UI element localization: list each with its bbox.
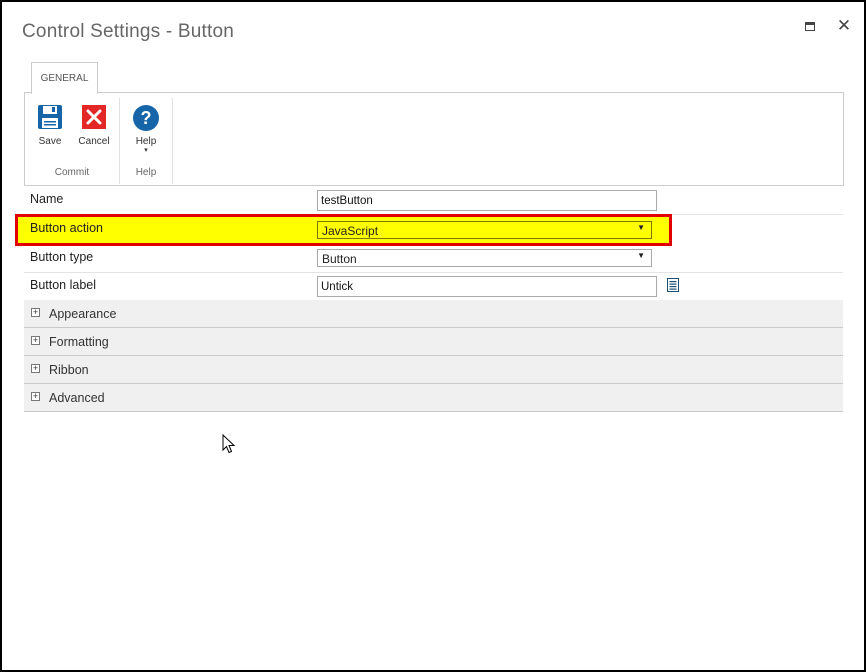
expand-icon: + bbox=[31, 307, 40, 317]
ribbon-group-commit: Save Cancel Commit bbox=[25, 98, 120, 184]
button-type-select[interactable]: Button ▼ bbox=[317, 249, 652, 267]
section-title: Formatting bbox=[49, 335, 109, 349]
button-label-input[interactable] bbox=[317, 276, 657, 297]
section-appearance[interactable]: + Appearance bbox=[24, 300, 843, 328]
button-label-row: Button label bbox=[24, 272, 843, 301]
button-label-label: Button label bbox=[30, 278, 97, 292]
help-label: Help bbox=[135, 136, 157, 147]
expand-icon: + bbox=[31, 391, 40, 401]
dropdown-arrow-icon: ▼ bbox=[637, 251, 645, 260]
save-label: Save bbox=[38, 136, 62, 147]
button-action-label: Button action bbox=[30, 221, 103, 235]
button-action-value: JavaScript bbox=[322, 224, 379, 238]
expand-icon: + bbox=[31, 363, 40, 373]
save-icon bbox=[38, 105, 62, 129]
mouse-cursor-icon bbox=[222, 434, 236, 454]
dialog-window: Control Settings - Button ✕ GENERAL Save bbox=[0, 0, 866, 672]
maximize-button[interactable] bbox=[798, 15, 822, 37]
cancel-label: Cancel bbox=[78, 136, 110, 147]
save-button[interactable]: Save bbox=[28, 104, 72, 147]
ribbon: Save Cancel Commit ? Help ▾ Help bbox=[24, 92, 844, 186]
section-advanced[interactable]: + Advanced bbox=[24, 384, 843, 412]
section-title: Advanced bbox=[49, 391, 105, 405]
help-button[interactable]: ? Help ▾ bbox=[124, 104, 168, 155]
button-action-row: Button action JavaScript ▼ bbox=[15, 214, 672, 246]
chevron-down-icon: ▾ bbox=[144, 147, 148, 154]
cancel-icon bbox=[82, 105, 106, 129]
svg-text:?: ? bbox=[141, 108, 152, 128]
dropdown-arrow-icon: ▼ bbox=[637, 223, 645, 232]
ribbon-group-commit-label: Commit bbox=[54, 167, 90, 178]
close-button[interactable]: ✕ bbox=[832, 15, 856, 37]
cancel-button[interactable]: Cancel bbox=[72, 104, 116, 147]
section-ribbon[interactable]: + Ribbon bbox=[24, 356, 843, 384]
help-icon: ? bbox=[133, 105, 159, 131]
button-type-label: Button type bbox=[30, 250, 94, 264]
close-icon: ✕ bbox=[836, 16, 852, 35]
ribbon-group-help: ? Help ▾ Help bbox=[120, 98, 173, 184]
tab-general[interactable]: GENERAL bbox=[31, 62, 98, 94]
section-formatting[interactable]: + Formatting bbox=[24, 328, 843, 356]
button-type-row: Button type Button ▼ bbox=[24, 244, 843, 273]
section-title: Appearance bbox=[49, 307, 117, 321]
expression-builder-icon[interactable] bbox=[667, 278, 679, 292]
name-input[interactable] bbox=[317, 190, 657, 211]
button-action-select[interactable]: JavaScript ▼ bbox=[317, 221, 652, 239]
button-type-value: Button bbox=[322, 252, 357, 266]
name-row: Name bbox=[24, 186, 843, 215]
maximize-icon bbox=[805, 21, 815, 31]
section-title: Ribbon bbox=[49, 363, 89, 377]
ribbon-group-help-label: Help bbox=[135, 167, 157, 178]
expand-icon: + bbox=[31, 335, 40, 345]
name-label: Name bbox=[30, 192, 64, 206]
dialog-title: Control Settings - Button bbox=[22, 21, 234, 42]
